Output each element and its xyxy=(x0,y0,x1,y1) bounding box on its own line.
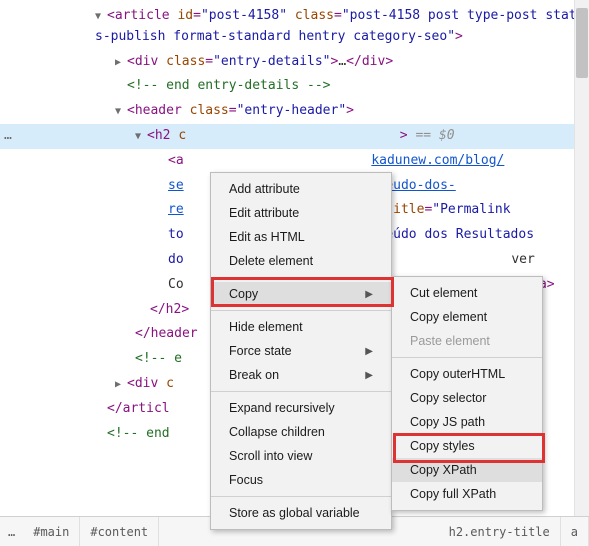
submenu-paste-element: Paste element xyxy=(392,329,542,353)
devtools-root: ▼<article id="post-4158" class="post-415… xyxy=(0,0,589,546)
menu-separator xyxy=(211,391,391,392)
scrollbar-thumb[interactable] xyxy=(576,8,588,78)
menu-store-global[interactable]: Store as global variable xyxy=(211,501,391,525)
submenu-copy-selector[interactable]: Copy selector xyxy=(392,386,542,410)
expand-arrow-down-icon[interactable]: ▼ xyxy=(95,9,105,25)
submenu-copy-js-path[interactable]: Copy JS path xyxy=(392,410,542,434)
overflow-indicator: … xyxy=(0,126,28,147)
submenu-copy-xpath[interactable]: Copy XPath xyxy=(392,458,542,482)
dom-comment-entry-details[interactable]: <!-- end entry-details --> xyxy=(0,74,589,99)
menu-edit-as-html[interactable]: Edit as HTML xyxy=(211,225,391,249)
menu-separator xyxy=(392,357,542,358)
submenu-cut-element[interactable]: Cut element xyxy=(392,281,542,305)
breadcrumb-main[interactable]: #main xyxy=(23,517,80,546)
menu-copy[interactable]: Copy ▶ xyxy=(211,282,391,306)
breadcrumb-a[interactable]: a xyxy=(561,517,589,546)
menu-delete-element[interactable]: Delete element xyxy=(211,249,391,273)
menu-separator xyxy=(211,496,391,497)
dom-node-anchor-open[interactable]: <a kadunew.com/blog/ xyxy=(0,149,589,174)
context-menu-primary: Add attribute Edit attribute Edit as HTM… xyxy=(210,172,392,530)
vertical-scrollbar[interactable] xyxy=(574,0,589,516)
context-menu-copy-submenu: Cut element Copy element Paste element C… xyxy=(391,276,543,511)
submenu-copy-outerhtml[interactable]: Copy outerHTML xyxy=(392,362,542,386)
menu-scroll-into-view[interactable]: Scroll into view xyxy=(211,444,391,468)
menu-separator xyxy=(211,277,391,278)
menu-separator xyxy=(211,310,391,311)
submenu-arrow-icon: ▶ xyxy=(365,346,373,357)
dom-node-article-open[interactable]: ▼<article id="post-4158" class="post-415… xyxy=(0,4,589,50)
menu-hide-element[interactable]: Hide element xyxy=(211,315,391,339)
menu-break-on[interactable]: Break on▶ xyxy=(211,363,391,387)
expand-arrow-right-icon[interactable]: ▶ xyxy=(115,55,125,71)
dom-node-entry-details[interactable]: ▶<div class="entry-details">…</div> xyxy=(0,50,589,75)
menu-add-attribute[interactable]: Add attribute xyxy=(211,177,391,201)
menu-edit-attribute[interactable]: Edit attribute xyxy=(211,201,391,225)
breadcrumb-h2-entry-title[interactable]: h2.entry-title xyxy=(439,517,561,546)
expand-arrow-right-icon[interactable]: ▶ xyxy=(115,377,125,393)
menu-collapse-children[interactable]: Collapse children xyxy=(211,420,391,444)
dom-node-header-open[interactable]: ▼<header class="entry-header"> xyxy=(0,99,589,124)
submenu-arrow-icon: ▶ xyxy=(365,370,373,381)
submenu-arrow-icon: ▶ xyxy=(365,289,373,300)
breadcrumb-content[interactable]: #content xyxy=(80,517,159,546)
menu-focus[interactable]: Focus xyxy=(211,468,391,492)
submenu-copy-element[interactable]: Copy element xyxy=(392,305,542,329)
breadcrumb-overflow[interactable]: … xyxy=(0,525,23,539)
menu-expand-recursively[interactable]: Expand recursively xyxy=(211,396,391,420)
dom-node-h2-selected[interactable]: … ▼<h2 c > == $0 xyxy=(0,124,589,149)
expand-arrow-down-icon[interactable]: ▼ xyxy=(115,104,125,120)
submenu-copy-styles[interactable]: Copy styles xyxy=(392,434,542,458)
menu-force-state[interactable]: Force state▶ xyxy=(211,339,391,363)
expand-arrow-down-icon[interactable]: ▼ xyxy=(135,129,145,145)
submenu-copy-full-xpath[interactable]: Copy full XPath xyxy=(392,482,542,506)
